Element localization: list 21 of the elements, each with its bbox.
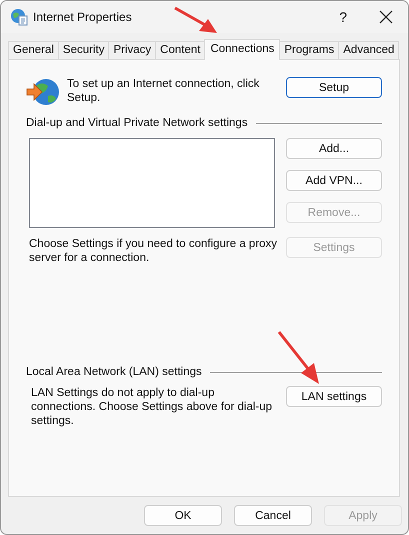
lan-settings-button[interactable]: LAN settings	[286, 386, 382, 407]
arrow-drawing	[173, 6, 219, 36]
setup-instructions: To set up an Internet connection, click Setup.	[67, 77, 260, 105]
close-icon[interactable]	[379, 10, 393, 24]
dialup-button[interactable]: Add VPN...	[286, 170, 382, 191]
connection-list[interactable]	[29, 138, 275, 228]
section-heading: Dial-up and Virtual Private Network settings	[26, 117, 248, 129]
dialog-button[interactable]: Cancel	[234, 505, 312, 526]
section-heading: Local Area Network (LAN) settings	[26, 366, 202, 378]
tab[interactable]: Advanced	[338, 41, 400, 59]
tab[interactable]: Connections	[204, 39, 280, 60]
help-button[interactable]: ?	[339, 9, 347, 25]
tab[interactable]: General	[8, 41, 59, 59]
window-title: Internet Properties	[33, 10, 133, 24]
globe-arrow-icon	[26, 77, 60, 107]
globe-document-icon	[10, 8, 28, 26]
proxy-instructions: Choose Settings if you need to configure a proxy server for a connection.	[29, 237, 278, 265]
lan-instructions: LAN Settings do not apply to dial-up connections. Choose Settings above for dial-up settings.	[31, 386, 274, 428]
dialog-button[interactable]: OK	[144, 505, 222, 526]
setup-button[interactable]: Setup	[286, 77, 382, 98]
dialup-button[interactable]: Add...	[286, 138, 382, 159]
